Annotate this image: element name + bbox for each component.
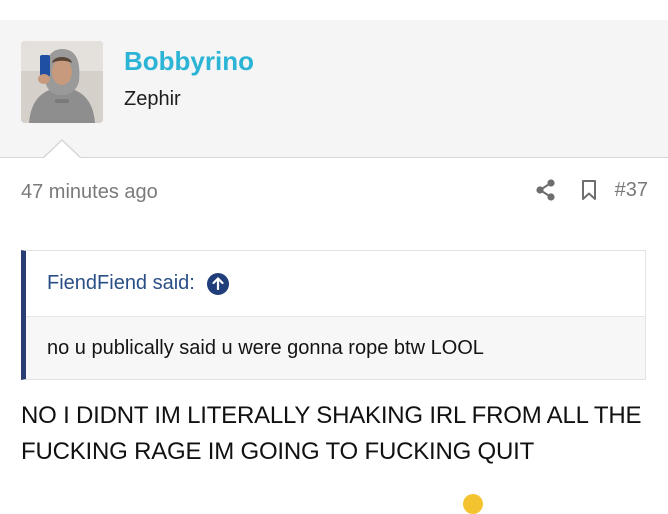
header-pointer-fill: [43, 140, 81, 159]
bookmark-icon[interactable]: [581, 179, 597, 201]
share-icon[interactable]: [535, 178, 557, 202]
user-title: Zephir: [124, 88, 181, 110]
avatar[interactable]: [21, 41, 103, 123]
post-actions: #37: [535, 178, 648, 202]
quote-author[interactable]: FiendFiend said:: [47, 272, 195, 295]
post-number-link[interactable]: #37: [615, 179, 648, 202]
emoji-icon: [463, 494, 483, 514]
top-divider: [0, 0, 668, 21]
post-message: NO I DIDNT IM LITERALLY SHAKING IRL FROM…: [21, 402, 642, 465]
arrow-up-circle-icon[interactable]: [206, 272, 229, 295]
user-avatar-photo-icon: [21, 41, 103, 123]
post-user-header: Bobbyrino Zephir: [0, 20, 668, 158]
username[interactable]: Bobbyrino: [124, 46, 254, 77]
quote-header: FiendFiend said:: [26, 251, 645, 317]
quote-block: FiendFiend said: no u publically said u …: [21, 250, 646, 380]
post-timestamp[interactable]: 47 minutes ago: [21, 181, 158, 204]
quote-text: no u publically said u were gonna rope b…: [26, 317, 645, 379]
